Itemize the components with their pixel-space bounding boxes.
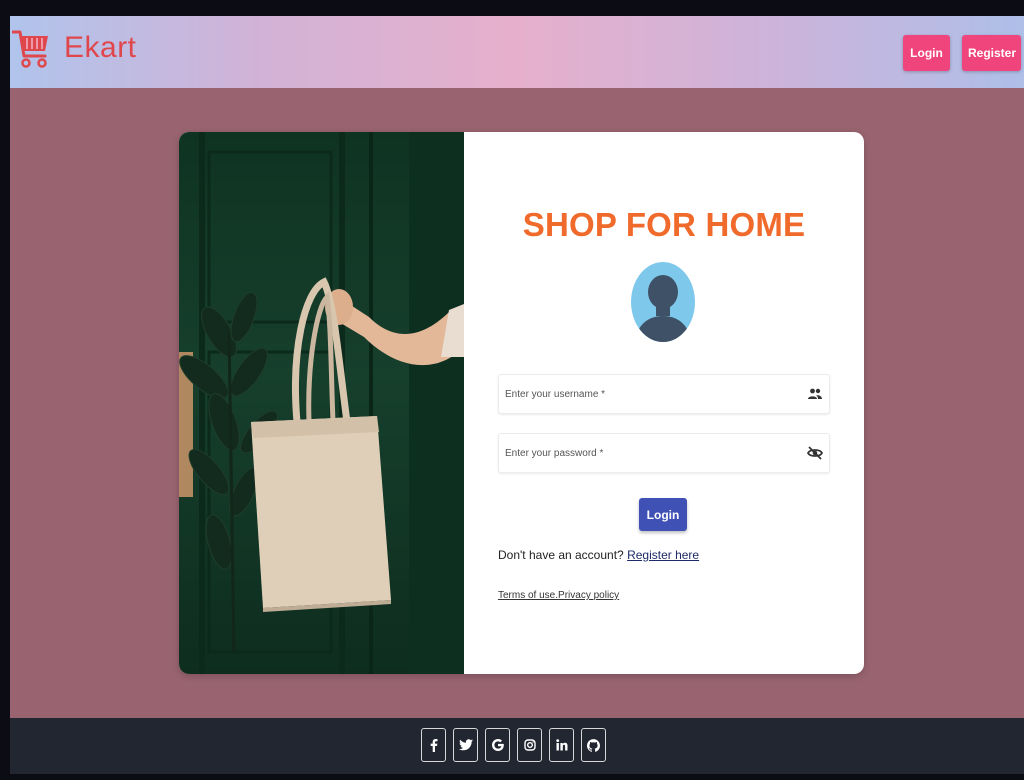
login-card: SHOP FOR HOME Enter your username * Logi… — [179, 132, 864, 674]
shopping-cart-icon — [12, 26, 50, 70]
password-input[interactable] — [505, 434, 790, 472]
social-links — [421, 728, 606, 762]
password-field — [498, 433, 830, 473]
privacy-link[interactable]: Privacy policy — [558, 590, 619, 601]
brand-link[interactable]: Ekart — [12, 26, 137, 70]
facebook-icon — [428, 738, 440, 752]
github-button[interactable] — [581, 728, 606, 762]
tote-bag-photo — [179, 132, 464, 674]
linkedin-icon — [555, 739, 568, 751]
eye-off-icon[interactable] — [806, 445, 824, 461]
google-button[interactable] — [485, 728, 510, 762]
header-login-button[interactable]: Login — [903, 35, 950, 71]
instagram-button[interactable] — [517, 728, 542, 762]
app-window: Ekart Login Register SHOP FOR HOME Enter… — [10, 16, 1024, 774]
navbar: Ekart Login Register — [10, 16, 1024, 88]
username-input[interactable] — [505, 375, 790, 413]
instagram-icon — [523, 739, 536, 751]
form-title: SHOP FOR HOME — [522, 206, 806, 243]
header-register-button[interactable]: Register — [962, 35, 1021, 71]
google-icon — [491, 739, 504, 751]
legal-links: Terms of use.Privacy policy — [498, 590, 619, 601]
footer — [10, 718, 1024, 774]
signup-prompt-text: Don't have an account? — [498, 548, 624, 562]
terms-link[interactable]: Terms of use. — [498, 590, 558, 601]
signup-prompt: Don't have an account? Register here — [498, 548, 699, 562]
github-icon — [587, 738, 600, 752]
login-button[interactable]: Login — [639, 498, 687, 531]
register-link[interactable]: Register here — [627, 548, 699, 562]
login-form: SHOP FOR HOME Enter your username * Logi… — [464, 132, 864, 674]
user-avatar-icon — [631, 262, 695, 342]
facebook-button[interactable] — [421, 728, 446, 762]
people-icon — [807, 386, 823, 402]
twitter-icon — [458, 739, 473, 751]
username-field — [498, 374, 830, 414]
brand-name: Ekart — [64, 31, 137, 64]
twitter-button[interactable] — [453, 728, 478, 762]
linkedin-button[interactable] — [549, 728, 574, 762]
